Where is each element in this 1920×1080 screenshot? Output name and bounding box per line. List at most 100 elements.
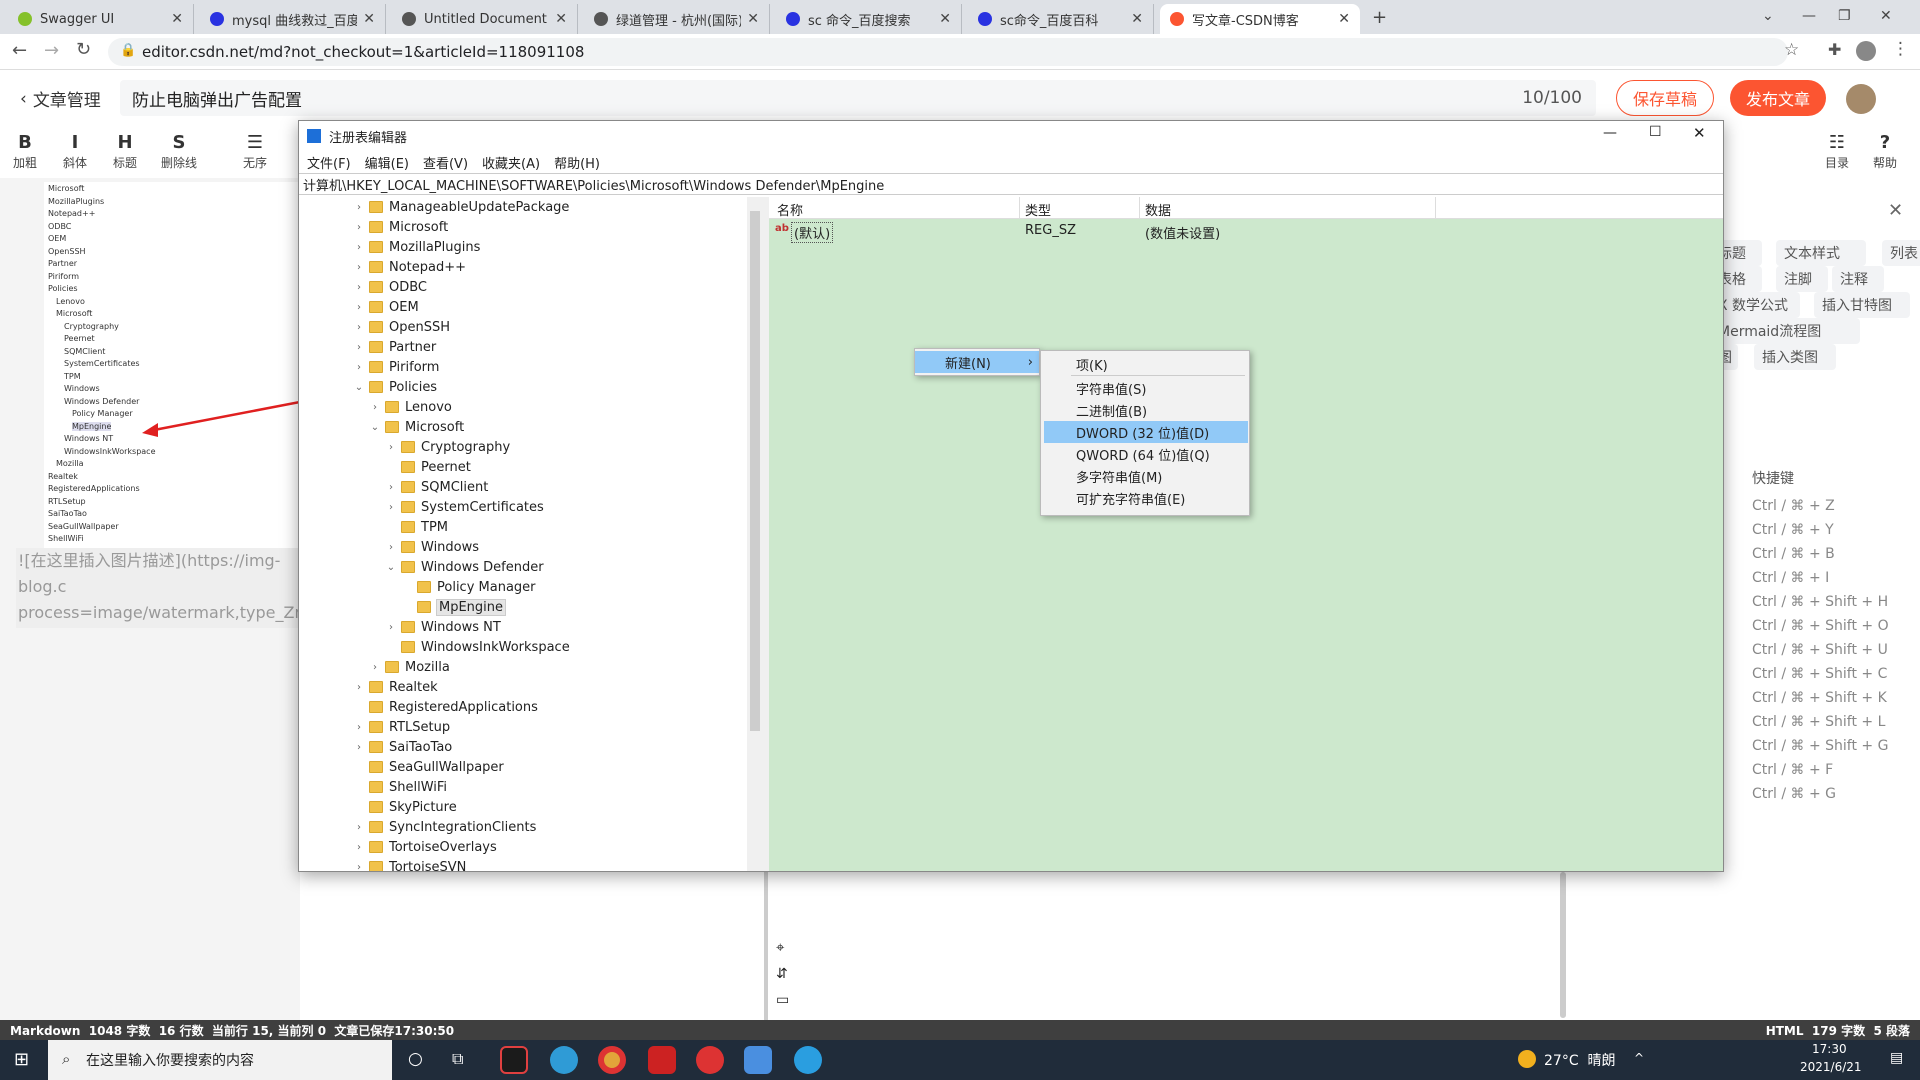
browser-menu-icon[interactable]: ⋮: [1892, 39, 1909, 59]
tree-node[interactable]: › TortoiseOverlays: [353, 837, 497, 857]
regedit-menu-item[interactable]: 文件(F): [307, 153, 351, 172]
close-icon[interactable]: ✕: [1888, 200, 1903, 221]
chevron-right-icon[interactable]: ›: [353, 342, 365, 353]
insert-chip[interactable]: 注脚: [1776, 266, 1828, 292]
browser-tab[interactable]: mysql 曲线救过_百度搜索 ✕: [200, 4, 386, 34]
tree-node[interactable]: Policy Manager: [401, 577, 536, 597]
tree-node[interactable]: › Windows: [385, 537, 479, 557]
chevron-down-icon[interactable]: ⌄: [385, 562, 397, 573]
chevron-right-icon[interactable]: ›: [353, 222, 365, 233]
chevron-right-icon[interactable]: ›: [385, 542, 397, 553]
tree-scroll-thumb[interactable]: [750, 211, 760, 731]
clock-date[interactable]: 2021/6/21: [1800, 1060, 1862, 1074]
tree-node[interactable]: ShellWiFi: [353, 777, 447, 797]
tree-node[interactable]: SkyPicture: [353, 797, 457, 817]
tree-node[interactable]: › SystemCertificates: [385, 497, 544, 517]
tree-node[interactable]: Peernet: [385, 457, 471, 477]
tree-node[interactable]: › Cryptography: [385, 437, 510, 457]
tree-node[interactable]: › Mozilla: [369, 657, 450, 677]
column-type-header[interactable]: 类型: [1025, 200, 1051, 219]
article-manage-link[interactable]: ‹ 文章管理: [20, 86, 101, 112]
forward-icon[interactable]: →: [44, 40, 59, 61]
tree-node[interactable]: › Realtek: [353, 677, 438, 697]
browser-tab[interactable]: 绿道管理 - 杭州(国际)毅行大会官... ✕: [584, 4, 770, 34]
tree-node[interactable]: › ODBC: [353, 277, 427, 297]
chrome-app-icon[interactable]: [598, 1046, 626, 1074]
chevron-right-icon[interactable]: ›: [353, 302, 365, 313]
regedit-menu-item[interactable]: 查看(V): [423, 153, 468, 172]
chevron-right-icon[interactable]: ›: [353, 242, 365, 253]
cortana-icon[interactable]: ○: [408, 1049, 423, 1069]
markdown-source-text[interactable]: ![在这里插入图片描述](https://img-blog.c process=…: [16, 548, 300, 628]
toolbar-button-3[interactable]: S 删除线: [156, 132, 202, 171]
tab-close-icon[interactable]: ✕: [747, 11, 759, 27]
publish-button[interactable]: 发布文章: [1730, 80, 1826, 116]
browser-tab[interactable]: Untitled Document ✕: [392, 4, 578, 34]
tree-node[interactable]: RegisteredApplications: [353, 697, 538, 717]
tree-node[interactable]: › Microsoft: [353, 217, 448, 237]
task-view-icon[interactable]: ⧉: [452, 1049, 463, 1069]
toolbar-right-button-1[interactable]: ? 帮助: [1862, 132, 1908, 171]
tree-node[interactable]: WindowsInkWorkspace: [385, 637, 570, 657]
tab-close-icon[interactable]: ✕: [363, 11, 375, 27]
sync-scroll-icon[interactable]: ⇵: [776, 966, 788, 982]
chevron-down-icon[interactable]: ⌄: [369, 422, 381, 433]
chevron-right-icon[interactable]: ›: [353, 682, 365, 693]
tree-node[interactable]: ⌄ Windows Defender: [385, 557, 544, 577]
submenu-item[interactable]: 字符串值(S): [1044, 377, 1248, 399]
window-close-icon[interactable]: ✕: [1693, 124, 1706, 142]
tab-close-icon[interactable]: ✕: [555, 11, 567, 27]
bookmark-star-icon[interactable]: ☆: [1784, 40, 1799, 60]
tree-node[interactable]: › SyncIntegrationClients: [353, 817, 536, 837]
browser-tab[interactable]: 写文章-CSDN博客 ✕: [1160, 4, 1360, 34]
toolbar-right-button-0[interactable]: ☷ 目录: [1814, 132, 1860, 171]
insert-chip[interactable]: Mermaid流程图: [1710, 318, 1860, 344]
tree-node[interactable]: › OEM: [353, 297, 419, 317]
tree-node[interactable]: ⌄ Policies: [353, 377, 437, 397]
insert-chip[interactable]: 注释: [1832, 266, 1884, 292]
tree-node[interactable]: › Lenovo: [369, 397, 452, 417]
submenu-item[interactable]: QWORD (64 位)值(Q): [1044, 443, 1248, 465]
chevron-right-icon[interactable]: ›: [353, 722, 365, 733]
chevron-right-icon[interactable]: ›: [353, 282, 365, 293]
save-draft-button[interactable]: 保存草稿: [1616, 80, 1714, 116]
toolbar-button-4[interactable]: ☰ 无序: [232, 132, 278, 171]
preview-toggle-icon[interactable]: ▭: [776, 992, 789, 1008]
submenu-item[interactable]: DWORD (32 位)值(D): [1044, 421, 1248, 443]
toolbar-button-0[interactable]: B 加粗: [2, 132, 48, 171]
tree-node[interactable]: › TortoiseSVN: [353, 857, 466, 871]
tray-chevron-icon[interactable]: ^: [1634, 1051, 1644, 1065]
locate-icon[interactable]: ⌖: [776, 938, 784, 956]
app-icon-snail[interactable]: [696, 1046, 724, 1074]
clock-time[interactable]: 17:30: [1812, 1042, 1847, 1056]
chevron-right-icon[interactable]: ›: [385, 442, 397, 453]
tree-node[interactable]: › Piriform: [353, 357, 439, 377]
regedit-menu-item[interactable]: 收藏夹(A): [482, 153, 540, 172]
tab-close-icon[interactable]: ✕: [1131, 11, 1143, 27]
splitter[interactable]: [764, 872, 768, 1020]
profile-icon[interactable]: [1856, 41, 1876, 61]
back-icon[interactable]: ←: [12, 40, 27, 61]
tree-node[interactable]: › ManageableUpdatePackage: [353, 197, 569, 217]
chevron-right-icon[interactable]: ›: [369, 402, 381, 413]
edge-app-icon[interactable]: [550, 1046, 578, 1074]
chevron-right-icon[interactable]: ›: [385, 482, 397, 493]
submenu-item[interactable]: 多字符串值(M): [1044, 465, 1248, 487]
tree-scrollbar[interactable]: [747, 197, 763, 871]
chevron-right-icon[interactable]: ›: [353, 202, 365, 213]
app-icon-red[interactable]: [648, 1046, 676, 1074]
regedit-menu-item[interactable]: 编辑(E): [365, 153, 409, 172]
menu-item-new[interactable]: 新建(N) ›: [915, 351, 1039, 373]
insert-chip[interactable]: 插入甘特图: [1814, 292, 1910, 318]
toolbar-button-2[interactable]: H 标题: [102, 132, 148, 171]
tree-node[interactable]: › OpenSSH: [353, 317, 450, 337]
maximize-icon[interactable]: ☐: [1649, 124, 1662, 140]
tree-node[interactable]: › MozillaPlugins: [353, 237, 480, 257]
tree-node[interactable]: ⌄ Microsoft: [369, 417, 464, 437]
tree-node[interactable]: TPM: [385, 517, 448, 537]
minimize-icon[interactable]: —: [1603, 125, 1617, 141]
chevron-right-icon[interactable]: ›: [385, 622, 397, 633]
url-input[interactable]: 🔒 editor.csdn.net/md?not_checkout=1&arti…: [108, 38, 1788, 66]
tab-close-icon[interactable]: ✕: [171, 11, 183, 27]
new-tab-icon[interactable]: +: [1372, 7, 1387, 28]
